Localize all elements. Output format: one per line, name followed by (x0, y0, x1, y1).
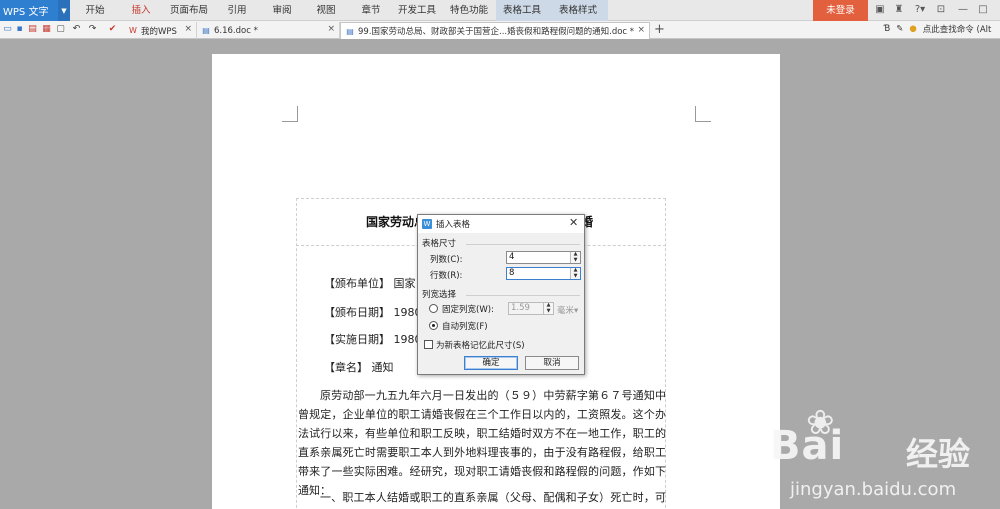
columns-input[interactable]: 4 ▲ ▼ (506, 251, 581, 264)
group-column-width: 列宽选择 (422, 290, 457, 300)
field-effective-date: 【实施日期】 1980 (324, 331, 422, 347)
menu-features[interactable]: 特色功能 (446, 0, 492, 21)
preview-icon[interactable]: ▢ (55, 24, 66, 35)
unit-label: 毫米 (557, 306, 575, 316)
menu-view[interactable]: 视图 (309, 0, 343, 21)
unit-select: 毫米▾ (557, 306, 579, 316)
close-icon[interactable]: × (184, 24, 192, 34)
redo-icon[interactable]: ↷ (87, 24, 98, 35)
field-issue-date: 【颁布日期】 1980 (324, 304, 422, 320)
margin-corner-mark (695, 106, 711, 122)
remember-size-checkbox[interactable] (424, 340, 433, 349)
field-value: 国家 (393, 277, 416, 290)
rows-input[interactable]: 8 ▲ ▼ (506, 267, 581, 280)
menu-table-style[interactable]: 表格样式 (548, 0, 608, 21)
insert-table-dialog: W 插入表格 ✕ 表格尺寸 列数(C): 4 ▲ ▼ 行数(R): 8 ▲ ▼ 列宽… (417, 214, 585, 375)
new-doc-icon[interactable]: ▭ (2, 24, 13, 35)
help-icon[interactable]: ?▾ (910, 2, 930, 18)
command-search[interactable]: 点此查找命令 (Alt (923, 23, 992, 35)
columns-label: 列数(C): (430, 255, 463, 265)
minimize-icon[interactable]: — (956, 2, 970, 18)
group-table-size: 表格尺寸 (422, 239, 457, 249)
field-chapter: 【章名】 通知 (324, 359, 394, 375)
shirt-icon[interactable]: ♜ (892, 2, 906, 18)
close-icon[interactable]: ✕ (569, 216, 578, 229)
fixed-width-input[interactable]: 1.59 ▲ ▼ (508, 302, 554, 315)
comment-icon[interactable]: ✎ (896, 24, 903, 34)
maximize-icon[interactable]: □ (976, 2, 990, 18)
field-value: 通知 (371, 361, 394, 374)
app-logo[interactable]: WPS 文字 ▼ (0, 0, 70, 21)
skin-icon[interactable]: ▣ (873, 2, 887, 18)
menu-page-layout[interactable]: 页面布局 (166, 0, 212, 21)
spin-arrows-icon[interactable]: ▲ ▼ (570, 251, 580, 263)
tab-doc-99[interactable]: ▤ 99.国家劳动总局、财政部关于国营企...婚丧假和路程假问题的通知.doc … (340, 22, 650, 39)
margin-corner-mark (282, 106, 298, 122)
remember-size-label: 为新表格记忆此尺寸(S) (436, 341, 525, 351)
menu-home[interactable]: 开始 (78, 0, 112, 21)
field-label: 【章名】 (324, 361, 368, 374)
cancel-button[interactable]: 取消 (525, 356, 579, 370)
tab-doc-616[interactable]: ▤ 6.16.doc * × (197, 22, 340, 39)
print-icon[interactable]: ▦ (41, 24, 52, 35)
group-divider (466, 244, 580, 245)
logo-label: WPS 文字 (3, 7, 49, 18)
tab-label: 99.国家劳动总局、财政部关于国营企...婚丧假和路程假问题的通知.doc * (358, 27, 635, 37)
ok-button[interactable]: 确定 (464, 356, 518, 370)
field-issuer: 【颁布单位】 国家 (324, 275, 416, 291)
format-painter-icon[interactable]: ✔ (107, 24, 118, 35)
baidu-jingyan-watermark: ❀ Bai 经验 jingyan.baidu.com (770, 403, 1000, 509)
close-icon[interactable]: × (637, 25, 645, 35)
logo-dropdown-icon[interactable]: ▼ (58, 0, 70, 21)
auto-width-radio[interactable] (429, 321, 438, 330)
menu-chapter[interactable]: 章节 (354, 0, 388, 21)
menu-table-tools[interactable]: 表格工具 (496, 0, 548, 21)
b-icon[interactable]: Ɓ (884, 24, 890, 34)
spin-arrows-icon[interactable]: ▲ ▼ (570, 267, 580, 279)
watermark-url: jingyan.baidu.com (790, 479, 957, 500)
tab-bar: ▭ ▪ ▤ ▦ ▢ ↶ ↷ ✔ W 我的WPS × ▤ 6.16.doc * ×… (0, 21, 1000, 39)
columns-value: 4 (509, 252, 515, 262)
fixed-width-value: 1.59 (511, 303, 530, 313)
undo-icon[interactable]: ↶ (71, 24, 82, 35)
menu-insert[interactable]: 插入 (124, 0, 158, 21)
wps-icon: W (422, 219, 432, 229)
export-pdf-icon[interactable]: ▤ (27, 24, 38, 35)
close-icon[interactable]: × (327, 24, 335, 34)
group-divider (466, 295, 580, 296)
menu-review[interactable]: 审阅 (265, 0, 299, 21)
spin-arrows-icon: ▲ ▼ (543, 302, 553, 314)
field-label: 【颁布单位】 (324, 277, 390, 290)
menu-references[interactable]: 引用 (220, 0, 254, 21)
body-paragraph: 原劳动部一九五九年六月一日发出的（５９）中劳薪字第６７号通知中曾规定，企业单位的… (298, 389, 666, 497)
lightbulb-icon: ● (909, 24, 917, 34)
watermark-brand-cn: 经验 (906, 435, 971, 473)
dialog-titlebar[interactable]: W 插入表格 ✕ (418, 215, 584, 233)
tab-label: 6.16.doc * (214, 25, 258, 36)
wps-tab-icon: W (129, 26, 137, 35)
fixed-width-radio[interactable] (429, 304, 438, 313)
body-paragraph: 一、职工本人结婚或职工的直系亲属（父母、配偶和子女）死亡时，可以根据具体情况，由… (320, 491, 666, 504)
add-tab-icon[interactable]: + (654, 22, 665, 37)
dialog-title: 插入表格 (436, 220, 471, 230)
rows-label: 行数(R): (430, 271, 463, 281)
right-tools: Ɓ ✎ ● 点此查找命令 (Alt (884, 23, 991, 35)
menu-developer[interactable]: 开发工具 (394, 0, 440, 21)
field-label: 【实施日期】 (324, 333, 390, 346)
save-icon[interactable]: ▪ (14, 24, 25, 35)
rows-value: 8 (509, 268, 515, 278)
login-button[interactable]: 未登录 (813, 0, 868, 21)
restore-icon[interactable]: ⊡ (934, 2, 948, 18)
doc-tab-icon: ▤ (202, 26, 210, 35)
tab-label: 我的WPS (141, 26, 177, 37)
fixed-width-label: 固定列宽(W): (442, 305, 494, 315)
tab-my-wps[interactable]: W 我的WPS × (124, 22, 197, 39)
doc-tab-icon: ▤ (346, 26, 354, 36)
menu-bar: WPS 文字 ▼ 开始 插入 页面布局 引用 审阅 视图 章节 开发工具 特色功… (0, 0, 1000, 21)
field-label: 【颁布日期】 (324, 306, 390, 319)
watermark-brand: Bai (770, 423, 845, 469)
auto-width-label: 自动列宽(F) (442, 322, 488, 332)
